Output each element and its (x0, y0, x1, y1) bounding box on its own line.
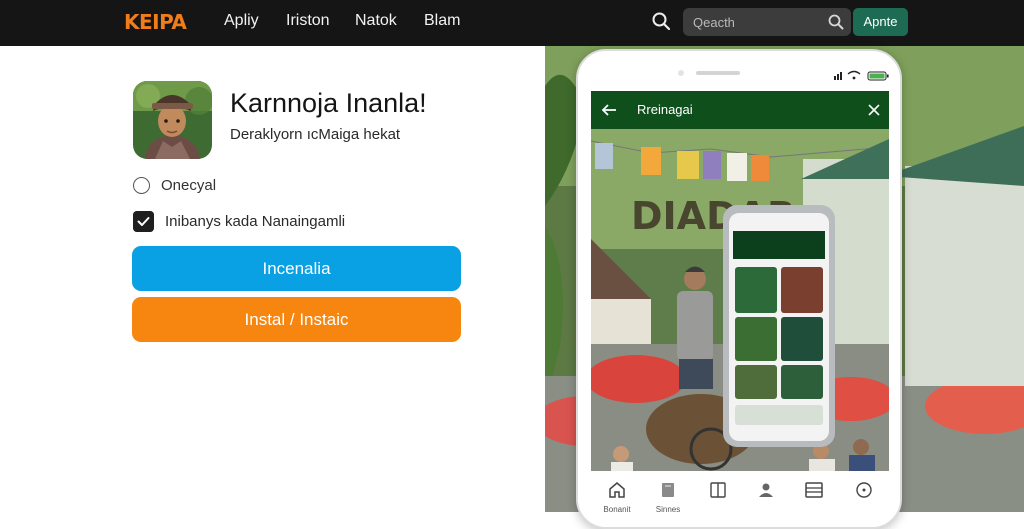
home-icon (608, 481, 626, 499)
search-field[interactable] (683, 8, 851, 36)
app-bar-title: Rreinagai (637, 102, 693, 117)
circle-info-icon (855, 481, 873, 499)
install-button[interactable]: Instal / Instaiс (132, 297, 461, 342)
primary-button[interactable]: Incenalia (132, 246, 461, 291)
bottom-nav-home[interactable]: Bonanit (594, 481, 640, 514)
radio-button[interactable] (133, 177, 150, 194)
back-arrow-icon[interactable] (601, 102, 617, 118)
inner-phone-mockup (723, 205, 835, 447)
search-submit-icon[interactable] (827, 13, 845, 31)
avatar (133, 81, 212, 159)
search-input[interactable] (693, 12, 823, 32)
cta-button[interactable]: Apnte (853, 8, 908, 36)
nav-link-natok[interactable]: Natok (355, 12, 397, 30)
page-title: Karnnoja Inanla! (230, 88, 427, 119)
app-bar: Rreinagai (591, 91, 889, 129)
nav-link-iriston[interactable]: Iriston (286, 12, 330, 30)
list-icon (804, 481, 824, 499)
person-icon (757, 481, 775, 499)
nav-link-blam[interactable]: Blam (424, 12, 460, 30)
open-book-icon (709, 481, 727, 499)
bottom-nav-profile[interactable] (743, 481, 789, 505)
book-icon (659, 481, 677, 499)
status-bar-icons (834, 69, 894, 81)
radio-label: Onecyal (161, 177, 216, 194)
checkbox-label: Inibanys kada Nanaingamli (165, 213, 345, 230)
top-nav: KEIPA Apliy Iriston Natok Blam Apnte (0, 0, 1024, 46)
bottom-nav-menu[interactable] (791, 481, 837, 505)
bottom-nav-library[interactable] (695, 481, 741, 505)
bottom-nav: Bonanit Sinnes (578, 475, 900, 529)
nav-link-apliy[interactable]: Apliy (224, 12, 259, 30)
logo[interactable]: KEIPA (124, 10, 186, 34)
bottom-nav-more[interactable] (841, 481, 887, 505)
phone-mockup: Rreinagai DIADAR (576, 49, 902, 529)
search-icon[interactable] (651, 11, 671, 31)
app-hero-image: DIADAR (591, 129, 889, 471)
bottom-nav-series[interactable]: Sinnes (645, 481, 691, 514)
checkbox-checked[interactable] (133, 211, 154, 232)
page-subtitle: Deraklyorn ıcMaiga hekat (230, 126, 400, 143)
close-icon[interactable] (867, 103, 881, 117)
